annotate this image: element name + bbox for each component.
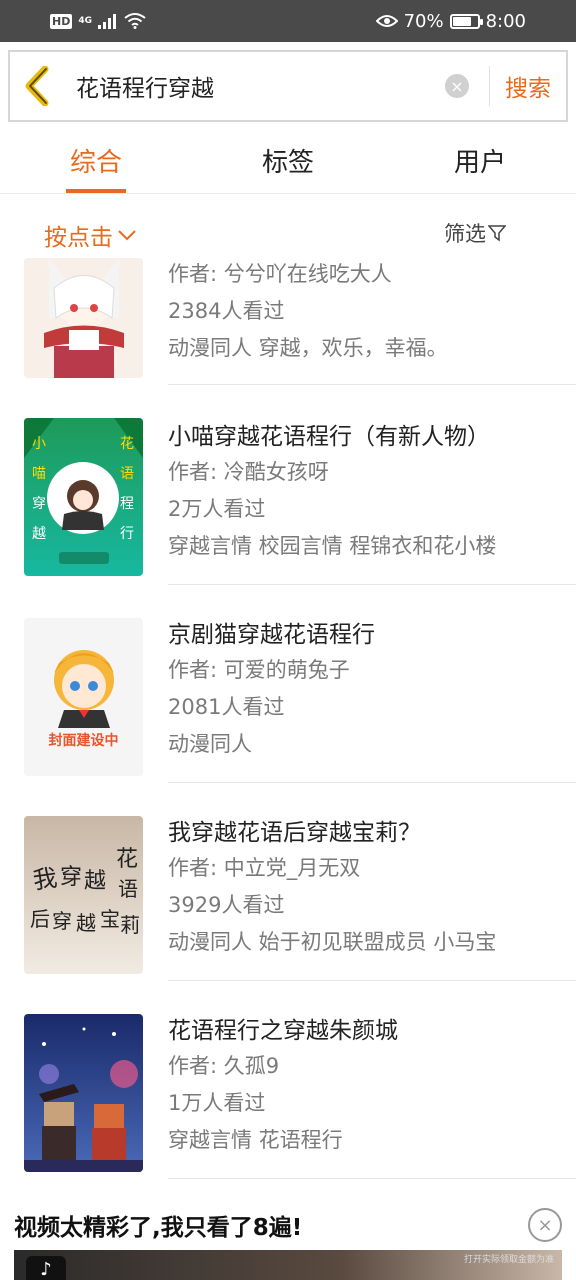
svg-text:我: 我 xyxy=(31,864,59,895)
svg-text:小: 小 xyxy=(32,436,46,452)
search-input[interactable] xyxy=(66,73,445,99)
clock: 8:00 xyxy=(485,10,526,32)
status-left: HD 4G xyxy=(50,13,146,29)
status-right: 70% 8:00 xyxy=(375,10,526,32)
svg-text:穿: 穿 xyxy=(32,496,46,512)
tab-comprehensive[interactable]: 综合 xyxy=(0,134,192,193)
item-separator xyxy=(168,584,576,585)
clear-search-icon[interactable]: × xyxy=(445,74,469,98)
list-item[interactable]: 小 喵 穿 越 花 语 程 行 小喵穿越花语程行（有新人物） 作者: 冷酷女孩呀… xyxy=(0,400,576,600)
funnel-icon xyxy=(488,225,506,242)
status-bar: HD 4G 70% 8:00 xyxy=(0,0,576,42)
svg-text:喵: 喵 xyxy=(32,466,46,482)
svg-text:越: 越 xyxy=(76,911,96,935)
eye-icon xyxy=(375,15,398,27)
ad-image[interactable]: ♪ 打开实际领取金额为准 xyxy=(14,1250,562,1280)
svg-text:花: 花 xyxy=(116,847,138,872)
sort-dropdown[interactable]: 按点击 xyxy=(44,218,137,252)
item-views: 2384人看过 xyxy=(168,299,285,323)
list-item[interactable]: 封面建设中 京剧猫穿越花语程行 作者: 可爱的萌兔子 2081人看过 动漫同人 xyxy=(0,598,576,798)
battery-percent: 70% xyxy=(403,10,444,32)
wifi-icon xyxy=(124,13,146,29)
item-author: 作者: 中立党_月无双 xyxy=(168,856,361,880)
item-separator xyxy=(168,1178,576,1179)
svg-text:穿: 穿 xyxy=(60,865,82,890)
filter-button[interactable]: 筛选 xyxy=(444,218,506,248)
tab-users[interactable]: 用户 xyxy=(384,134,576,193)
ad-notice: 打开实际领取金额为准 xyxy=(463,1255,554,1265)
item-tags: 穿越言情 花语程行 xyxy=(168,1128,343,1152)
svg-text:行: 行 xyxy=(120,526,134,542)
ad-headline[interactable]: 视频太精彩了,我只看了8遍! xyxy=(14,1208,302,1242)
item-separator xyxy=(168,782,576,783)
item-views: 2081人看过 xyxy=(168,695,285,719)
item-title: 小喵穿越花语程行（有新人物） xyxy=(168,424,490,450)
svg-text:莉: 莉 xyxy=(120,913,140,937)
tiktok-logo-icon: ♪ xyxy=(26,1256,66,1280)
item-author: 作者: 可爱的萌兔子 xyxy=(168,658,350,682)
filter-bar: 按点击 筛选 xyxy=(0,208,576,258)
svg-text:越: 越 xyxy=(32,526,46,542)
svg-text:语: 语 xyxy=(118,877,138,901)
item-tags: 穿越言情 校园言情 程锦衣和花小楼 xyxy=(168,534,497,558)
list-item[interactable]: 我 穿 越 花 语 后 穿 越 宝 莉 我穿越花语后穿越宝莉？ 作者: 中立党_… xyxy=(0,796,576,996)
item-texts: 花语程行之穿越朱颜城 作者: 久孤9 1万人看过 穿越言情 花语程行 xyxy=(168,1014,576,1159)
tab-tags[interactable]: 标签 xyxy=(192,134,384,193)
search-bar: × 搜索 xyxy=(8,50,568,122)
ad-close-icon[interactable]: × xyxy=(528,1208,562,1242)
network-type-label: 4G xyxy=(78,15,92,26)
svg-text:程: 程 xyxy=(120,496,134,512)
cover-image: 封面建设中 xyxy=(24,618,143,776)
search-button[interactable]: 搜索 xyxy=(490,69,566,103)
cover-image xyxy=(24,258,143,378)
hd-indicator: HD xyxy=(50,13,73,29)
item-title: 京剧猫穿越花语程行 xyxy=(168,622,375,648)
cover-image: 小 喵 穿 越 花 语 程 行 xyxy=(24,418,143,576)
item-views: 3929人看过 xyxy=(168,893,285,917)
item-views: 1万人看过 xyxy=(168,1091,266,1115)
cover-image: 我 穿 越 花 语 后 穿 越 宝 莉 xyxy=(24,816,143,974)
signal-icon xyxy=(98,14,116,29)
svg-text:后: 后 xyxy=(30,907,50,931)
item-texts: 我穿越花语后穿越宝莉？ 作者: 中立党_月无双 3929人看过 动漫同人 始于初… xyxy=(168,816,576,961)
cover-image xyxy=(24,1014,143,1172)
item-author: 作者: 冷酷女孩呀 xyxy=(168,460,329,484)
item-title: 花语程行之穿越朱颜城 xyxy=(168,1018,398,1044)
cover-placeholder-text: 封面建设中 xyxy=(48,733,119,749)
item-separator xyxy=(168,384,576,385)
svg-text:花: 花 xyxy=(120,436,134,452)
item-texts: 小喵穿越花语程行（有新人物） 作者: 冷酷女孩呀 2万人看过 穿越言情 校园言情… xyxy=(168,420,576,565)
filter-label: 筛选 xyxy=(444,222,486,246)
item-tags: 动漫同人 始于初见联盟成员 小马宝 xyxy=(168,930,497,954)
sort-label: 按点击 xyxy=(44,225,113,251)
svg-text:越: 越 xyxy=(84,869,106,894)
search-results-screen: HD 4G 70% 8:00 花语程行穿越 × 搜索 综合 标签 用户 作者: … xyxy=(0,0,576,1280)
item-texts: 作者: 兮兮吖在线吃大人 2384人看过 动漫同人 穿越，欢乐，幸福。 xyxy=(168,256,576,367)
item-author: 作者: 兮兮吖在线吃大人 xyxy=(168,262,392,286)
svg-text:宝: 宝 xyxy=(100,907,120,931)
battery-icon xyxy=(449,13,483,29)
item-separator xyxy=(168,980,576,981)
back-arrow-icon[interactable] xyxy=(10,52,66,120)
svg-text:语: 语 xyxy=(120,466,134,482)
item-author: 作者: 久孤9 xyxy=(168,1054,280,1078)
item-views: 2万人看过 xyxy=(168,497,266,521)
result-tabs: 综合 标签 用户 xyxy=(0,134,576,194)
item-texts: 京剧猫穿越花语程行 作者: 可爱的萌兔子 2081人看过 动漫同人 xyxy=(168,618,576,763)
list-item[interactable]: 花语程行之穿越朱颜城 作者: 久孤9 1万人看过 穿越言情 花语程行 xyxy=(0,994,576,1194)
item-title: 我穿越花语后穿越宝莉？ xyxy=(168,820,421,846)
chevron-down-icon xyxy=(118,230,136,241)
battery-fill xyxy=(452,16,471,26)
item-tags: 动漫同人 穿越，欢乐，幸福。 xyxy=(168,336,448,360)
svg-text:穿: 穿 xyxy=(52,909,72,933)
item-tags: 动漫同人 xyxy=(168,732,252,756)
